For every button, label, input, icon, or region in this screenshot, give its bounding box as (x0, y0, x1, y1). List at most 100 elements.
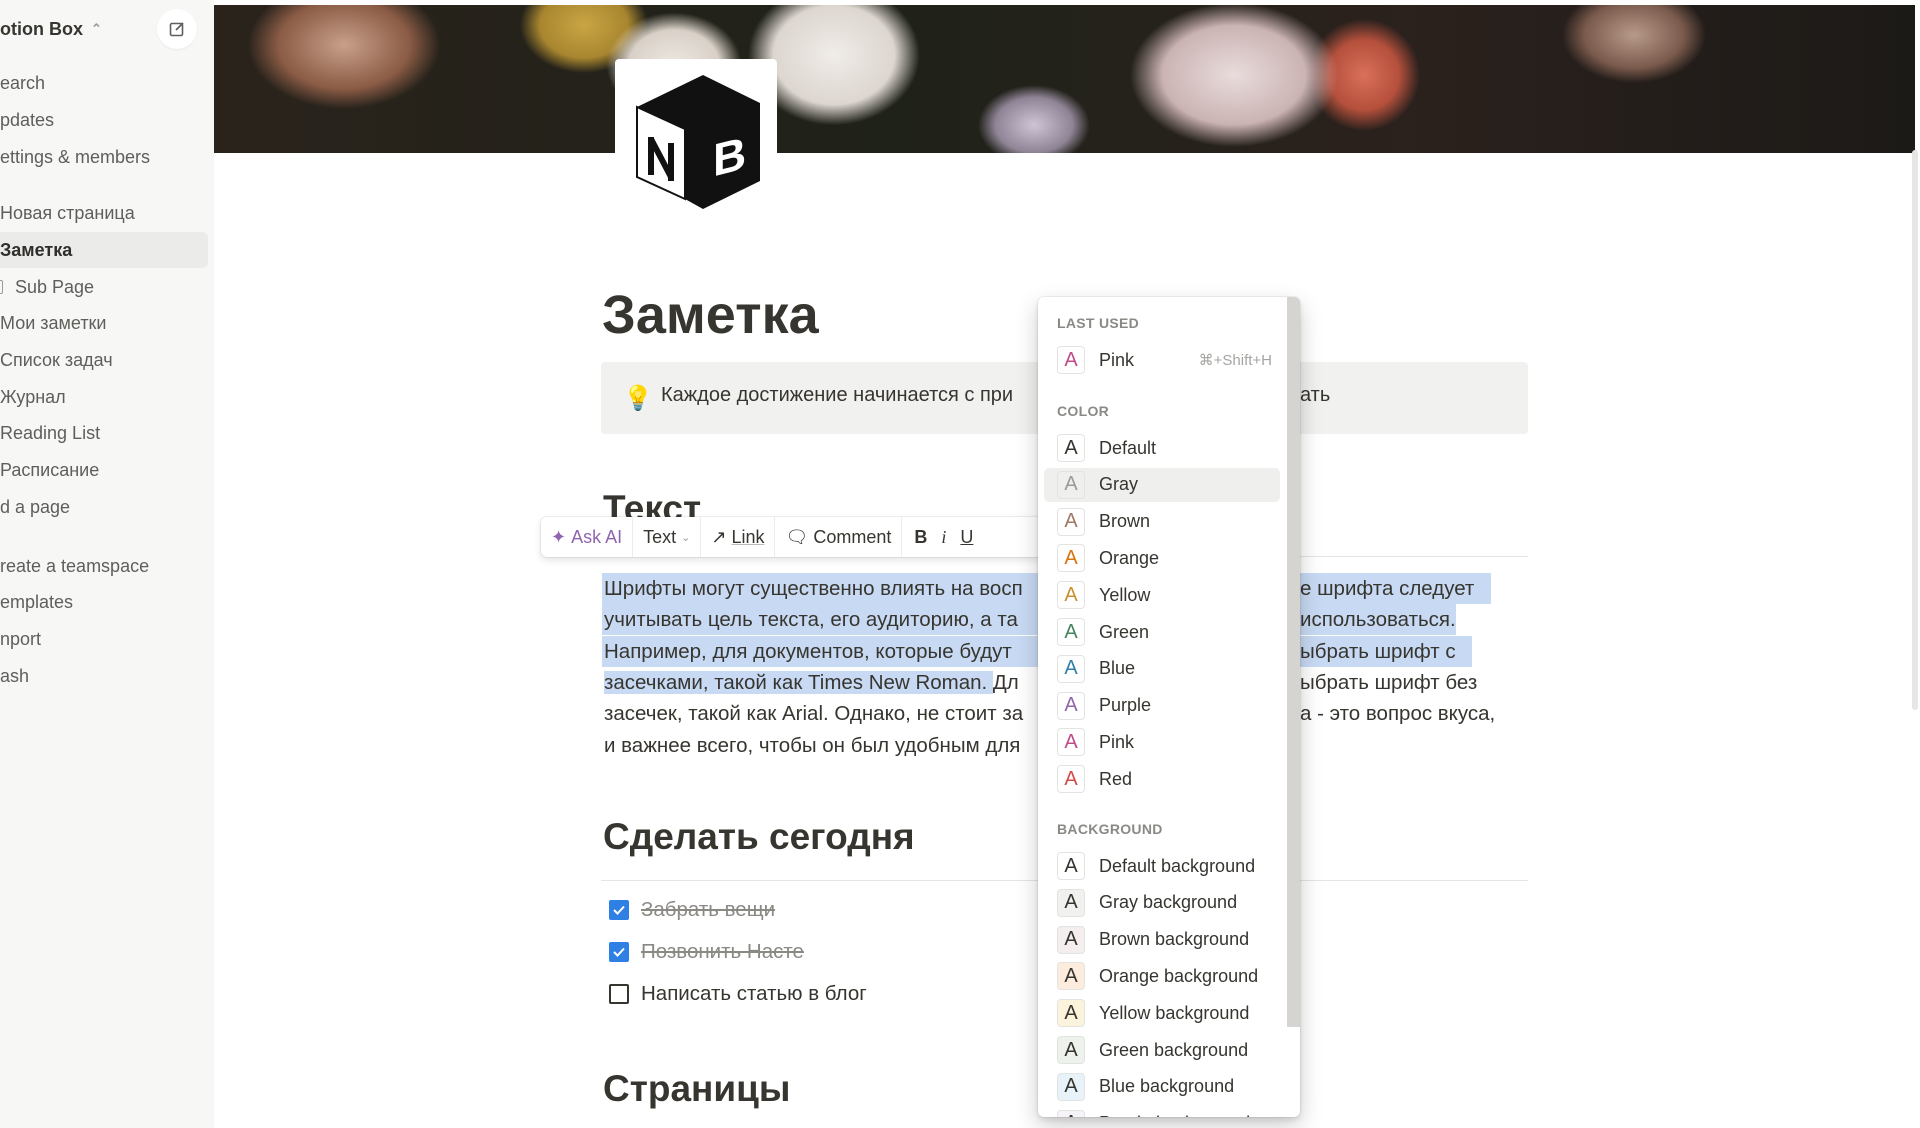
text-segment-end: е шрифта следует (1300, 573, 1475, 604)
link-label: Link (731, 526, 765, 547)
background-swatch-icon: A (1057, 852, 1085, 880)
color-option-yellow[interactable]: A Yellow (1044, 578, 1280, 612)
todo-label[interactable]: Написать статью в блог (641, 982, 867, 1006)
sidebar-item-label: Заметка (0, 240, 73, 260)
page-cover-image[interactable] (214, 5, 1915, 153)
sidebar-item[interactable]: Заметка (0, 232, 208, 268)
background-option[interactable]: A Default background (1044, 849, 1280, 883)
background-option[interactable]: A Gray background (1044, 886, 1280, 920)
todo-checkbox[interactable] (609, 942, 629, 962)
paragraph-line: засечек, такой как Arial. Однако, не сто… (604, 698, 1495, 729)
sidebar-item[interactable]: nport (0, 621, 41, 657)
todo-item: Забрать вещи (609, 898, 775, 922)
sidebar-item[interactable]: pdates (0, 102, 54, 138)
sidebar-item-label: Sub Page (15, 277, 95, 297)
color-option-red[interactable]: A Red (1044, 762, 1280, 796)
background-option-label: Brown background (1099, 929, 1250, 950)
todo-label[interactable]: Забрать вещи (641, 898, 775, 922)
sidebar-item[interactable]: ash (0, 658, 29, 694)
sidebar-item[interactable]: reate a teamspace (0, 548, 149, 584)
color-option-pink[interactable]: A Pink (1044, 725, 1280, 759)
shortcut-hint: ⌘+Shift+H (1198, 352, 1272, 369)
text-segment-end: ыбрать шрифт без (1300, 671, 1478, 694)
color-section-label: COLOR (1057, 403, 1110, 419)
background-swatch-icon: A (1057, 925, 1085, 954)
menu-scrollbar[interactable] (1287, 297, 1300, 1027)
compose-icon (169, 22, 184, 37)
text-type-label: Text (643, 526, 677, 547)
color-swatch-icon: A (1057, 654, 1085, 683)
sidebar-item[interactable]: Журнал (0, 379, 66, 415)
sidebar-item-label: d a page (0, 497, 71, 517)
heading-pages[interactable]: Страницы (603, 1068, 790, 1110)
page-scrollbar[interactable] (1912, 150, 1918, 710)
todo-label[interactable]: Позвонить Насте (641, 940, 804, 964)
color-swatch-icon: A (1057, 544, 1085, 573)
todo-checkbox[interactable] (609, 984, 629, 1004)
italic-button[interactable]: i (934, 517, 953, 557)
background-option[interactable]: A Yellow background (1044, 996, 1280, 1030)
ask-ai-button[interactable]: ✦ Ask AI (541, 517, 634, 557)
color-option-orange[interactable]: A Orange (1044, 541, 1280, 575)
heading-do-today[interactable]: Сделать сегодня (603, 816, 915, 858)
comment-button[interactable]: 🗨 Comment (775, 517, 903, 557)
sidebar-item[interactable]: emplates (0, 584, 73, 620)
selected-text: засечками, такой как Times New Roman. (604, 671, 993, 694)
color-option-label: Default (1099, 437, 1157, 458)
sidebar-item[interactable]: Новая страница (0, 195, 135, 231)
color-option-purple[interactable]: A Purple (1044, 689, 1280, 723)
sidebar-item-label: Reading List (0, 423, 101, 443)
text-segment-end: использоваться. (1300, 604, 1456, 635)
background-option[interactable]: A Purple background (1044, 1107, 1280, 1117)
page-icon (0, 280, 3, 294)
lightbulb-icon: 💡 (623, 385, 653, 412)
background-option-label: Yellow background (1099, 1002, 1250, 1023)
text-segment: учитывать цель текста, его аудиторию, а … (604, 608, 1018, 631)
background-option-label: Green background (1099, 1039, 1249, 1060)
color-option-default[interactable]: A Default (1044, 431, 1280, 465)
sidebar-item[interactable]: Sub Page (0, 269, 94, 305)
color-option-brown[interactable]: A Brown (1044, 505, 1280, 539)
svg-text:B: B (713, 127, 746, 186)
sidebar-item-label: ash (0, 666, 30, 686)
background-option[interactable]: A Blue background (1044, 1070, 1280, 1104)
color-option-label: Yellow (1099, 584, 1151, 605)
sidebar-item[interactable]: Мои заметки (0, 305, 107, 341)
workspace-switcher[interactable]: otion Box ⌃ (0, 14, 102, 44)
sidebar-item-label: Мои заметки (0, 313, 107, 333)
sidebar-item-label: pdates (0, 110, 55, 130)
sidebar-item[interactable]: d a page (0, 489, 70, 525)
todo-checkbox[interactable] (609, 900, 629, 920)
sidebar-item[interactable]: Reading List (0, 415, 100, 451)
color-menu: LAST USED A Pink ⌘+Shift+H COLOR A Defaul… (1038, 297, 1300, 1117)
page-title[interactable]: Заметка (602, 284, 819, 346)
check-icon (613, 947, 625, 957)
color-option-label: Gray (1099, 474, 1139, 495)
comment-icon: 🗨 (785, 526, 809, 547)
new-page-button[interactable] (157, 9, 197, 49)
background-option[interactable]: A Brown background (1044, 923, 1280, 957)
link-button[interactable]: ↗ Link (701, 517, 776, 557)
text-type-dropdown[interactable]: Text ⌄ (633, 517, 702, 557)
text-segment-end: а - это вопрос вкуса, (1300, 702, 1496, 725)
sidebar-item[interactable]: earch (0, 65, 45, 101)
sidebar-item-label: emplates (0, 592, 74, 612)
background-option-label: Gray background (1099, 892, 1238, 913)
color-swatch-icon: A (1057, 581, 1085, 610)
sidebar-item[interactable]: Расписание (0, 452, 99, 488)
bold-button[interactable]: B (902, 517, 934, 557)
color-option-last-used-pink[interactable]: A Pink ⌘+Shift+H (1044, 343, 1280, 377)
page-icon[interactable]: B (615, 59, 777, 219)
color-option-green[interactable]: A Green (1044, 615, 1280, 649)
underline-button[interactable]: U (953, 517, 980, 557)
paragraph-line: Например, для документов, которые будут ы… (602, 636, 1472, 667)
sidebar-item[interactable]: Список задач (0, 342, 113, 378)
sidebar-item[interactable]: ettings & members (0, 139, 150, 175)
text-segment: и важнее всего, чтобы он был удобным для (604, 734, 1021, 757)
chevron-up-down-icon: ⌃ (91, 21, 102, 36)
color-option-blue[interactable]: A Blue (1044, 652, 1280, 686)
background-option[interactable]: A Green background (1044, 1033, 1280, 1067)
background-swatch-icon: A (1057, 1072, 1085, 1101)
color-option-gray[interactable]: A Gray (1044, 467, 1280, 502)
background-option[interactable]: A Orange background (1044, 959, 1280, 993)
